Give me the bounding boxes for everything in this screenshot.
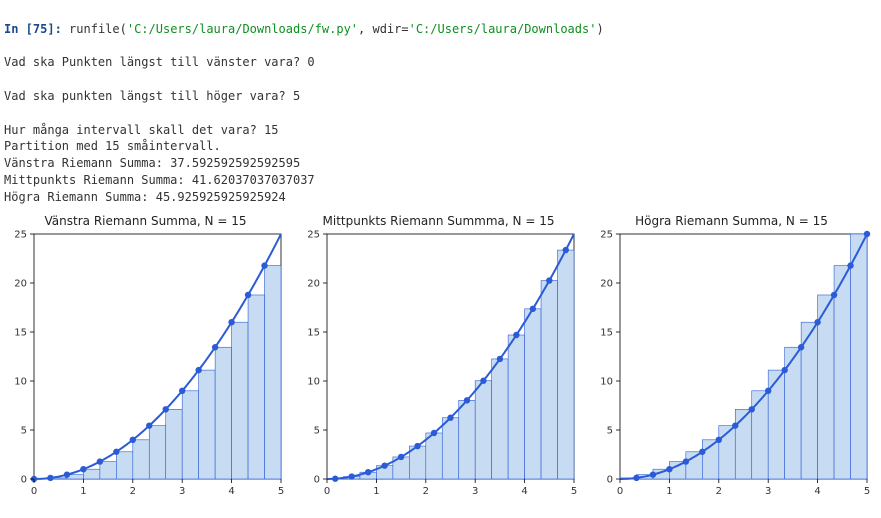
svg-text:3: 3: [179, 486, 185, 497]
svg-text:5: 5: [278, 486, 284, 497]
svg-text:3: 3: [765, 486, 771, 497]
prompt-number: 75: [33, 22, 47, 36]
svg-text:1: 1: [373, 486, 379, 497]
chart-right-riemann: Högra Riemann Summa, N = 15 0 1 2 3 4 5 0 5 10 15…: [590, 214, 873, 501]
code-sep: , wdir=: [358, 22, 409, 36]
code-arg1: 'C:/Users/laura/Downloads/fw.py': [127, 22, 358, 36]
svg-text:25: 25: [14, 229, 27, 240]
console-line: Vänstra Riemann Summa: 37.59259259259259…: [4, 156, 300, 170]
svg-text:1: 1: [80, 486, 86, 497]
svg-text:25: 25: [600, 229, 613, 240]
svg-text:20: 20: [600, 278, 613, 289]
svg-text:5: 5: [21, 425, 27, 436]
console-line: Vad ska Punkten längst till vänster vara…: [4, 55, 315, 69]
chart-svg: 0 1 2 3 4 5 0 5 10 15 20 25: [4, 214, 287, 501]
svg-text:2: 2: [423, 486, 429, 497]
svg-text:10: 10: [307, 376, 320, 387]
svg-text:15: 15: [600, 327, 613, 338]
console-line: Partition med 15 småintervall.: [4, 139, 221, 153]
svg-text:20: 20: [307, 278, 320, 289]
chart-mid-riemann: Mittpunkts Riemann Summma, N = 15 0 1 2 3 4 5…: [297, 214, 580, 501]
svg-text:3: 3: [472, 486, 478, 497]
console-line: Vad ska punkten längst till höger vara? …: [4, 89, 300, 103]
console-line: Mittpunkts Riemann Summa: 41.62037037037…: [4, 173, 315, 187]
svg-text:1: 1: [666, 486, 672, 497]
svg-text:0: 0: [31, 486, 37, 497]
svg-text:0: 0: [607, 474, 613, 485]
svg-text:15: 15: [14, 327, 27, 338]
svg-text:20: 20: [14, 278, 27, 289]
prompt-in-label: In [: [4, 22, 33, 36]
chart-title: Högra Riemann Summa, N = 15: [590, 214, 873, 228]
console-output: In [75]: runfile('C:/Users/laura/Downloa…: [0, 0, 881, 214]
svg-text:4: 4: [814, 486, 820, 497]
code-close: ): [596, 22, 603, 36]
svg-text:10: 10: [14, 376, 27, 387]
svg-text:10: 10: [600, 376, 613, 387]
svg-text:5: 5: [607, 425, 613, 436]
console-line: Högra Riemann Summa: 45.925925925925924: [4, 190, 286, 204]
code-arg2: 'C:/Users/laura/Downloads': [409, 22, 597, 36]
svg-text:0: 0: [314, 474, 320, 485]
chart-left-riemann: Vänstra Riemann Summa, N = 15 0 1 2 3 4 5 0 5 10…: [4, 214, 287, 501]
svg-text:4: 4: [521, 486, 527, 497]
chart-svg: 0 1 2 3 4 5 0 5 10 15 20 25: [590, 214, 873, 501]
svg-text:0: 0: [324, 486, 330, 497]
console-line: Hur många intervall skall det vara? 15: [4, 123, 279, 137]
svg-text:2: 2: [130, 486, 136, 497]
svg-text:5: 5: [571, 486, 577, 497]
svg-text:25: 25: [307, 229, 320, 240]
svg-text:0: 0: [21, 474, 27, 485]
svg-text:0: 0: [617, 486, 623, 497]
chart-title: Vänstra Riemann Summa, N = 15: [4, 214, 287, 228]
prompt-close: ]:: [47, 22, 69, 36]
chart-svg: 0 1 2 3 4 5 0 5 10 15 20 25: [297, 214, 580, 501]
svg-text:4: 4: [228, 486, 234, 497]
code-call: runfile(: [69, 22, 127, 36]
svg-text:15: 15: [307, 327, 320, 338]
chart-title: Mittpunkts Riemann Summma, N = 15: [297, 214, 580, 228]
svg-text:5: 5: [864, 486, 870, 497]
svg-text:5: 5: [314, 425, 320, 436]
charts-row: Vänstra Riemann Summa, N = 15 0123450510…: [0, 214, 881, 501]
svg-text:2: 2: [716, 486, 722, 497]
